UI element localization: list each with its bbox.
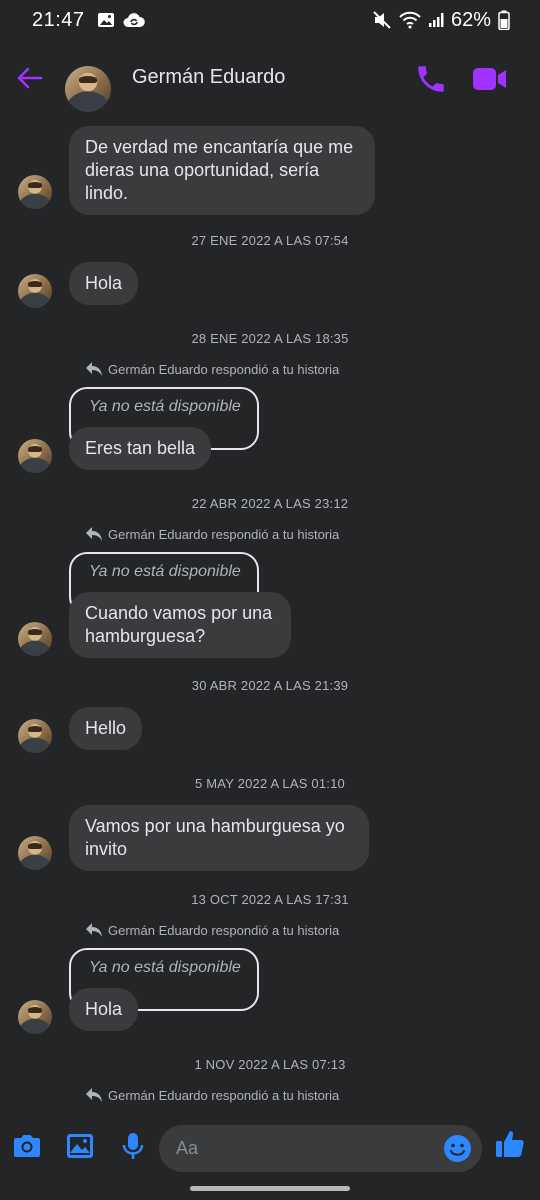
message-timestamp: 1 NOV 2022 A LAS 07:13 xyxy=(194,1057,346,1072)
story-unavailable-text: Ya no está disponible xyxy=(89,398,241,415)
story-reply-text: Germán Eduardo respondió a tu historia xyxy=(108,526,340,542)
battery-percent: 62% xyxy=(450,8,491,31)
message-bubble[interactable]: Hola xyxy=(69,262,139,305)
gallery-icon xyxy=(97,13,114,27)
story-reply-label: Germán Eduardo respondió a tu historia xyxy=(84,921,339,939)
sender-avatar xyxy=(18,274,52,308)
message-bubble[interactable]: Hola xyxy=(69,988,139,1031)
sender-avatar xyxy=(18,1000,52,1034)
sender-avatar xyxy=(18,439,52,473)
mute-icon xyxy=(373,11,391,29)
reply-arrow-icon xyxy=(86,362,102,376)
story-reply-text: Germán Eduardo respondió a tu historia xyxy=(108,1087,340,1103)
message-timestamp: 28 ENE 2022 A LAS 18:35 xyxy=(191,331,349,346)
story-unavailable-text: Ya no está disponible xyxy=(89,959,241,976)
thumbs-up-icon[interactable] xyxy=(494,1128,526,1160)
video-call-icon[interactable] xyxy=(472,62,508,96)
message-input[interactable]: Aa xyxy=(159,1125,482,1172)
contact-name[interactable]: Germán Eduardo xyxy=(132,66,285,89)
message-bubble[interactable]: Eres tan bella xyxy=(69,427,212,470)
message-timestamp: 22 ABR 2022 A LAS 23:12 xyxy=(191,496,349,511)
message-bubble[interactable]: Hello xyxy=(69,707,143,750)
reply-arrow-icon xyxy=(86,923,102,937)
message-timestamp: 5 MAY 2022 A LAS 01:10 xyxy=(195,776,345,791)
message-bubble[interactable]: Cuando vamos por una hamburguesa? xyxy=(69,592,291,658)
signal-icon xyxy=(428,13,444,27)
reply-arrow-icon xyxy=(86,527,102,541)
cloud-sync-icon xyxy=(123,13,145,27)
story-unavailable-text: Ya no está disponible xyxy=(89,563,241,580)
story-reply-text: Germán Eduardo respondió a tu historia xyxy=(108,361,340,377)
status-bar: 21:47 62% xyxy=(0,0,540,40)
message-timestamp: 27 ENE 2022 A LAS 07:54 xyxy=(191,233,349,248)
reply-arrow-icon xyxy=(86,1088,102,1102)
message-composer: Aa xyxy=(0,1120,540,1180)
status-time: 21:47 xyxy=(32,8,85,31)
story-reply-label: Germán Eduardo respondió a tu historia xyxy=(84,360,339,378)
sender-avatar xyxy=(18,836,52,870)
contact-avatar[interactable] xyxy=(65,66,111,112)
message-timestamp: 30 ABR 2022 A LAS 21:39 xyxy=(191,678,349,693)
message-bubble[interactable]: De verdad me encantaría que me dieras un… xyxy=(69,126,375,215)
message-input-placeholder: Aa xyxy=(176,1138,199,1158)
home-indicator[interactable] xyxy=(190,1186,350,1191)
sender-avatar xyxy=(18,622,52,656)
phone-call-icon[interactable] xyxy=(414,62,448,96)
camera-icon[interactable] xyxy=(11,1130,43,1162)
message-timestamp: 13 OCT 2022 A LAS 17:31 xyxy=(191,892,349,907)
battery-icon xyxy=(498,10,510,30)
wifi-icon xyxy=(399,11,421,29)
story-reply-label: Germán Eduardo respondió a tu historia xyxy=(84,525,339,543)
chat-header: Germán Eduardo xyxy=(0,40,540,114)
emoji-icon[interactable] xyxy=(443,1134,472,1163)
story-reply-text: Germán Eduardo respondió a tu historia xyxy=(108,922,340,938)
microphone-icon[interactable] xyxy=(117,1130,149,1162)
sender-avatar xyxy=(18,175,52,209)
message-bubble[interactable]: Vamos por una hamburguesa yo invito xyxy=(69,805,369,871)
image-icon[interactable] xyxy=(64,1130,96,1162)
sender-avatar xyxy=(18,719,52,753)
story-reply-label: Germán Eduardo respondió a tu historia xyxy=(84,1086,339,1104)
back-arrow-icon[interactable] xyxy=(14,63,44,93)
